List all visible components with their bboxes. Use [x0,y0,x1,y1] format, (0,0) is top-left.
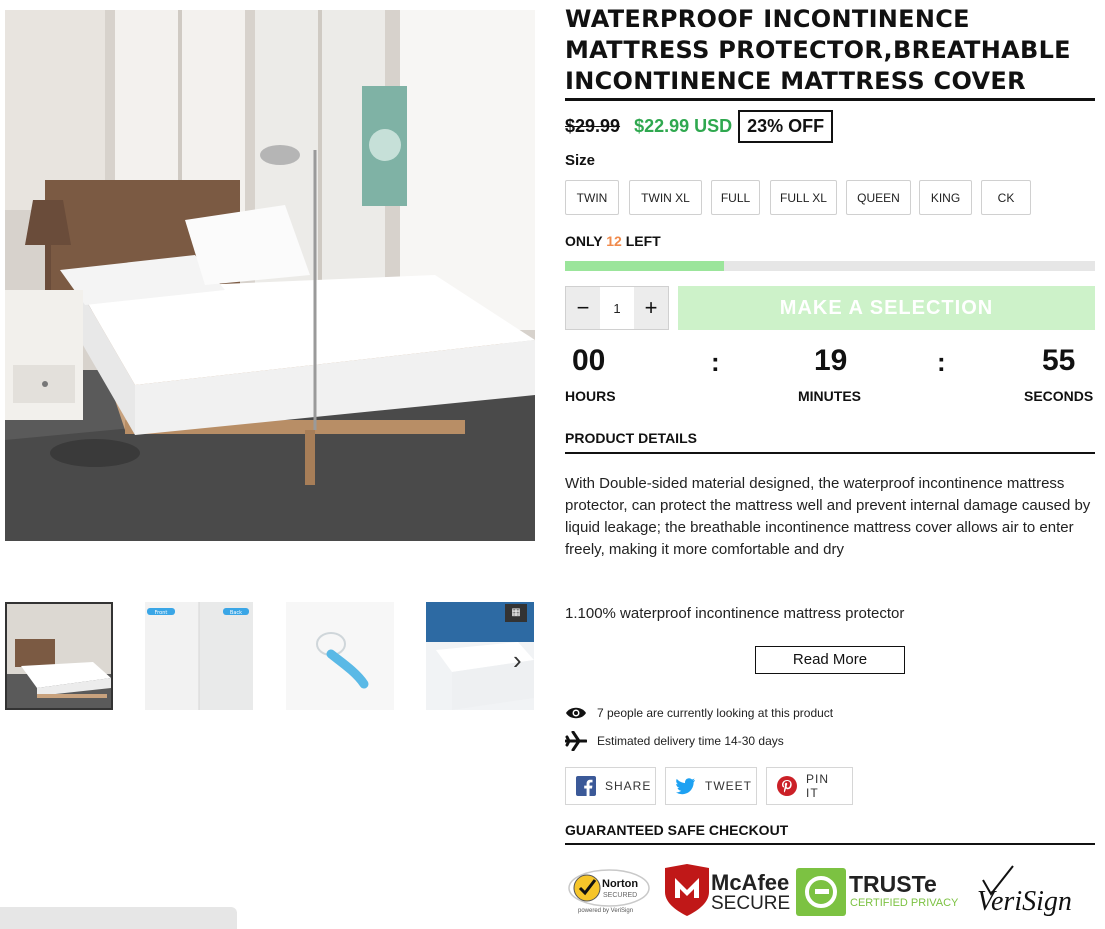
airplane-icon [565,731,587,751]
thumbnail-1[interactable] [5,602,113,710]
viewers-text: 7 people are currently looking at this p… [597,706,834,720]
quantity-minus-button[interactable]: − [566,287,600,329]
share-pinterest-button[interactable]: PIN IT [766,767,853,805]
countdown-seconds-label: SECONDS [1024,388,1094,404]
mcafee-badge: McAfee SECURE [665,864,790,916]
truste-badge: TRUSTe CERTIFIED PRIVACY [796,868,959,916]
twitter-icon [676,776,696,796]
norton-powered-label: powered by VeriSign [578,908,633,914]
size-option-twin-xl[interactable]: TWIN XL [629,180,702,215]
main-product-image[interactable] [5,10,535,541]
countdown-seconds: 55 [1042,344,1076,377]
product-description: With Double-sided material designed, the… [565,475,1091,558]
countdown-hours: 00 [572,344,606,377]
zoom-icon[interactable]: ▦ [505,604,527,622]
add-to-cart-button[interactable]: MAKE A SELECTION [678,286,1095,330]
countdown-separator-1: : [711,347,720,377]
product-point-1: 1.100% waterproof incontinence mattress … [565,605,905,622]
product-title: WATERPROOF INCONTINENCE MATTRESS PROTECT… [565,5,1071,95]
viewers-info: 7 people are currently looking at this p… [565,704,833,722]
countdown-separator-2: : [937,347,946,377]
read-more-button[interactable]: Read More [755,646,905,674]
truste-sub-label: CERTIFIED PRIVACY [850,897,959,909]
countdown-timer: 00 : 19 : 55 HOURS MINUTES SECONDS [565,344,1095,408]
stock-progress-bar [565,261,1095,271]
facebook-icon [576,776,596,796]
quantity-plus-button[interactable]: + [634,287,668,329]
mcafee-sub-label: SECURE [711,893,790,914]
product-details-heading: PRODUCT DETAILS [565,430,697,446]
size-label: Size [565,152,596,169]
quantity-input[interactable] [600,287,634,329]
thumbnail-strip: Front Back [5,602,535,710]
pinterest-icon [777,776,797,796]
trust-badges: Norton SECURED powered by VeriSign McAfe… [568,864,1072,917]
price-original: $29.99 [565,115,621,136]
size-option-full[interactable]: FULL [711,180,760,215]
thumbnail-next-icon[interactable]: › [513,647,535,673]
stock-suffix: LEFT [625,233,661,249]
delivery-text: Estimated delivery time 14-30 days [597,734,784,748]
eye-icon [565,704,587,722]
share-twitter-label: TWEET [705,779,752,793]
price-row: $29.99 $22.99 USD 23% OFF [565,109,834,143]
norton-sub-label: SECURED [603,892,637,899]
size-option-twin[interactable]: TWIN [565,180,619,215]
stock-count: 12 [606,233,622,249]
product-details-divider [565,452,1095,454]
thumbnail-3[interactable] [286,602,394,710]
thumb-back-label: Back [230,610,242,616]
share-twitter-button[interactable]: TWEET [665,767,757,805]
size-option-queen[interactable]: QUEEN [846,180,911,215]
stock-indicator: ONLY 12 LEFT [565,233,661,249]
bottom-chat-bar[interactable] [0,907,237,929]
countdown-hours-label: HOURS [565,388,616,404]
size-option-king[interactable]: KING [919,180,972,215]
price-sale: $22.99 USD [634,115,733,136]
countdown-minutes: 19 [814,344,848,377]
thumbnail-2[interactable]: Front Back [145,602,253,710]
quantity-stepper: − + [565,286,669,330]
stock-progress-fill [565,261,724,271]
share-facebook-label: SHARE [605,779,652,793]
countdown-minutes-label: MINUTES [798,388,861,404]
title-divider [565,98,1095,101]
share-pinterest-label: PIN IT [806,772,830,800]
size-option-ck[interactable]: CK [981,180,1031,215]
verisign-badge: VeriSign [977,865,1072,917]
truste-label: TRUSTe [849,871,937,897]
safe-checkout-divider [565,843,1095,845]
discount-badge: 23% OFF [738,109,834,143]
mcafee-label: McAfee [711,870,789,895]
safe-checkout-heading: GUARANTEED SAFE CHECKOUT [565,822,789,838]
norton-label: Norton [602,878,638,890]
verisign-label: VeriSign [977,886,1072,917]
share-facebook-button[interactable]: SHARE [565,767,656,805]
stock-prefix: ONLY [565,233,603,249]
delivery-info: Estimated delivery time 14-30 days [565,731,784,751]
norton-badge: Norton SECURED powered by VeriSign [568,869,650,914]
thumb-front-label: Front [155,610,168,616]
size-option-full-xl[interactable]: FULL XL [770,180,837,215]
